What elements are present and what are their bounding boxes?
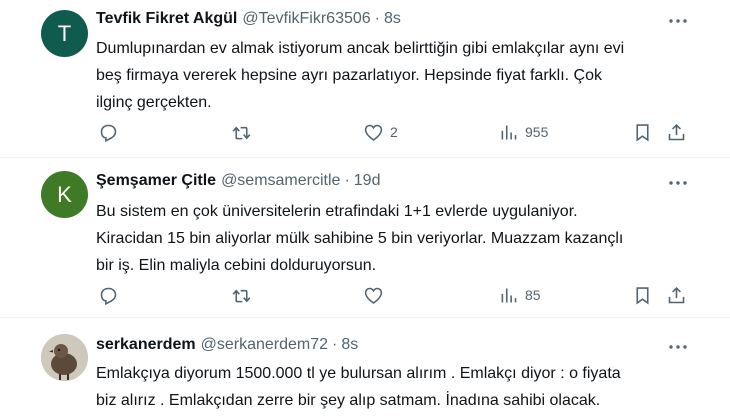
tweet-text-line: bir iş. Elin maliyla cebini dolduruyorsu… [96,257,377,274]
views-button[interactable]: 955 [498,120,548,144]
view-count: 85 [525,287,541,303]
share-icon [668,286,685,303]
tweet-text-line: Kiracidan 15 bin aliyorlar mülk sahibine… [96,230,624,247]
tweet-text: Bu sistem en çok üniversitelerin etrafin… [96,198,696,279]
separator-dot: · [374,10,380,27]
bookmark-icon [636,123,649,141]
bookmark-icon [636,286,649,304]
author-handle[interactable]: @serkanerdem72 [201,336,328,354]
reply-icon [100,287,117,305]
view-count: 955 [525,124,549,140]
avatar[interactable]: K [41,171,88,218]
views-button[interactable]: 85 [498,283,541,307]
more-icon[interactable] [666,12,690,30]
avatar[interactable] [41,334,88,381]
like-count: 2 [390,124,398,140]
views-icon [501,125,517,139]
tweet-text-line: beş firmaya vererek hepsine ayrı pazarla… [96,67,602,84]
tweet-actions: 85 [96,283,696,307]
bookmark-button[interactable] [632,120,653,144]
reply-button[interactable] [98,120,119,144]
separator-dot: · [332,336,338,353]
avatar[interactable]: T [41,10,88,57]
tweet-text: Dumlupınardan ev almak istiyorum ancak b… [96,35,696,116]
author-handle[interactable]: @TevfikFikr63506 [242,10,370,28]
bird-photo-avatar [41,334,88,381]
like-button[interactable]: 2 [363,120,398,144]
author-name[interactable]: serkanerdem [96,336,196,354]
share-icon [668,123,685,140]
avatar-letter: K [57,181,72,207]
tweet-actions: 2 955 [96,120,696,144]
timestamp[interactable]: 19d [354,172,381,190]
tweet[interactable]: serkanerdem @serkanerdem72 · 8s Emlakçıy… [0,318,730,420]
tweet[interactable]: K Şemşamer Çitle @semsamercitle · 19d Bu… [0,158,730,318]
tweet-text-line: ilginç gerçekten. [96,94,212,111]
reply-button[interactable] [98,283,119,307]
tweet-header: serkanerdem @serkanerdem72 · 8s [96,336,358,358]
tweet-text-line: Emlakçıya diyorum 1500.000 tl ye bulursa… [96,365,621,382]
tweet-text-line: biz alırız . Emlakçıdan zerre bir şey al… [96,392,601,409]
share-button[interactable] [666,120,687,144]
author-name[interactable]: Şemşamer Çitle [96,172,216,190]
bookmark-button[interactable] [632,283,653,307]
tweet-text: Emlakçıya diyorum 1500.000 tl ye bulursa… [96,360,696,414]
tweet-header: Tevfik Fikret Akgül @TevfikFikr63506 · 8… [96,10,401,32]
heart-icon [364,287,383,304]
timestamp[interactable]: 8s [384,10,401,28]
tweet-text-line: Dumlupınardan ev almak istiyorum ancak b… [96,40,625,57]
share-button[interactable] [666,283,687,307]
author-name[interactable]: Tevfik Fikret Akgül [96,10,237,28]
more-icon[interactable] [666,338,690,356]
retweet-button[interactable] [231,283,252,307]
reply-icon [100,124,117,142]
tweet-header: Şemşamer Çitle @semsamercitle · 19d [96,172,380,194]
author-handle[interactable]: @semsamercitle [221,172,340,190]
separator-dot: · [344,172,350,189]
heart-icon [364,124,383,141]
tweet-text-line: Bu sistem en çok üniversitelerin etrafin… [96,203,578,220]
timestamp[interactable]: 8s [341,336,358,354]
like-button[interactable] [363,283,390,307]
retweet-icon [232,288,251,302]
more-icon[interactable] [666,174,690,192]
avatar-letter: T [57,20,72,46]
timeline-feed: T Tevfik Fikret Akgül @TevfikFikr63506 ·… [0,0,730,420]
retweet-icon [232,125,251,139]
retweet-button[interactable] [231,120,252,144]
views-icon [501,288,517,302]
tweet[interactable]: T Tevfik Fikret Akgül @TevfikFikr63506 ·… [0,0,730,158]
